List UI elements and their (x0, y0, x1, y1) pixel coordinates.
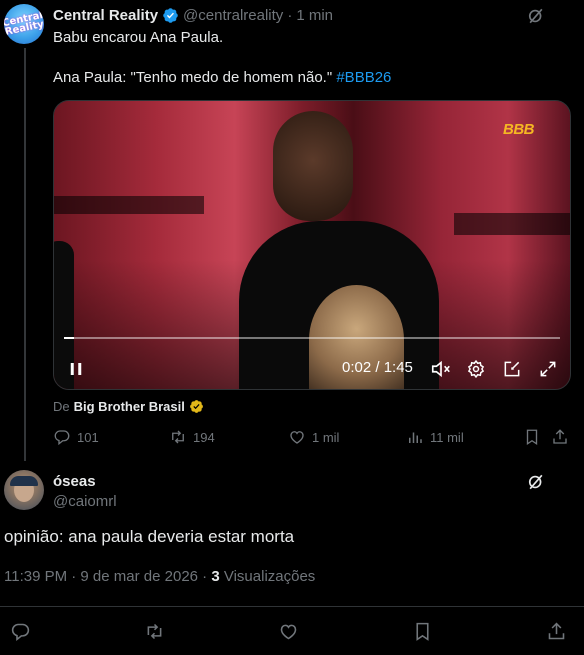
tweet-actions (0, 619, 584, 643)
like-button[interactable]: 1 mil (288, 428, 339, 446)
display-name[interactable]: Central Reality (53, 7, 158, 24)
video-source: De Big Brother Brasil (53, 399, 204, 414)
reply-count: 101 (77, 429, 99, 445)
repost-button[interactable]: 194 (169, 428, 215, 446)
reply-button[interactable]: 101 (53, 428, 99, 446)
from-label: De (53, 399, 70, 414)
grok-icon[interactable] (526, 6, 546, 26)
video-progress-bar[interactable] (64, 337, 560, 339)
grok-icon[interactable] (526, 472, 546, 492)
handle[interactable]: @centralreality (183, 7, 283, 24)
views-count: 11 mil (430, 429, 464, 445)
gold-verified-badge-icon (189, 399, 204, 414)
bookmark-icon[interactable] (410, 619, 434, 643)
handle[interactable]: @caiomrl (53, 493, 117, 510)
fullscreen-icon[interactable] (536, 357, 560, 381)
tweet-text-line-1: Babu encarou Ana Paula. (53, 29, 224, 46)
repost-icon[interactable] (142, 619, 166, 643)
repost-icon (169, 428, 187, 446)
main-tweet: óseas @caiomrl opinião: ana paula deveri… (0, 461, 584, 655)
tweet-text-line-2: Ana Paula: "Tenho medo de homem não." #B… (53, 68, 563, 88)
reply-icon[interactable] (8, 619, 32, 643)
separator: · (287, 6, 293, 24)
tweet-text: opinião: ana paula deveria estar morta (4, 527, 295, 546)
video-time: 0:02 / 1:45 (342, 359, 413, 376)
share-icon[interactable] (551, 428, 569, 446)
tweet-text: Babu encarou Ana Paula. Ana Paula: "Tenh… (53, 28, 563, 88)
avatar-cap (10, 476, 38, 486)
thread-line (24, 48, 26, 461)
verified-badge-icon[interactable] (162, 7, 179, 24)
views-count: 3 (211, 568, 220, 585)
views-label: Visualizações (219, 568, 316, 585)
picture-in-picture-icon[interactable] (500, 357, 524, 381)
mute-icon[interactable] (429, 357, 453, 381)
video-scenery (454, 213, 570, 235)
divider (0, 606, 584, 607)
hashtag-link[interactable]: #BBB26 (336, 69, 391, 86)
like-icon (288, 428, 306, 446)
video-player[interactable]: BBB 0:02 / 1:45 (53, 100, 571, 390)
settings-icon[interactable] (464, 357, 488, 381)
parent-tweet[interactable]: Central Reality Central Reality @central… (0, 0, 584, 461)
bookmark-icon[interactable] (523, 428, 541, 446)
tweet-actions: 101 194 1 mil 11 mil (53, 428, 573, 448)
share-icon[interactable] (544, 619, 568, 643)
timestamp[interactable]: 1 min (296, 7, 333, 24)
from-source-link[interactable]: Big Brother Brasil (74, 399, 185, 414)
avatar-logo-text: Central Reality (4, 9, 44, 38)
video-figure (273, 111, 353, 221)
video-scenery (54, 196, 204, 214)
reply-icon (53, 428, 71, 446)
tweet-header: Central Reality @centralreality · 1 min (53, 5, 333, 25)
avatar[interactable]: Central Reality (4, 4, 44, 44)
views-icon (406, 428, 424, 446)
avatar[interactable] (4, 470, 44, 510)
like-count: 1 mil (312, 429, 340, 445)
views-button[interactable]: 11 mil (406, 428, 464, 446)
timestamp[interactable]: 11:39 PM · 9 de mar de 2026 · (4, 568, 211, 585)
like-icon[interactable] (276, 619, 300, 643)
repost-count: 194 (193, 429, 215, 445)
display-name[interactable]: óseas (53, 473, 96, 490)
video-progress-fill (64, 337, 74, 339)
tweet-meta: 11:39 PM · 9 de mar de 2026 · 3 Visualiz… (4, 568, 315, 585)
bbb-logo: BBB (503, 121, 535, 138)
pause-icon[interactable] (64, 357, 88, 381)
quote-text: Ana Paula: "Tenho medo de homem não." (53, 69, 333, 86)
